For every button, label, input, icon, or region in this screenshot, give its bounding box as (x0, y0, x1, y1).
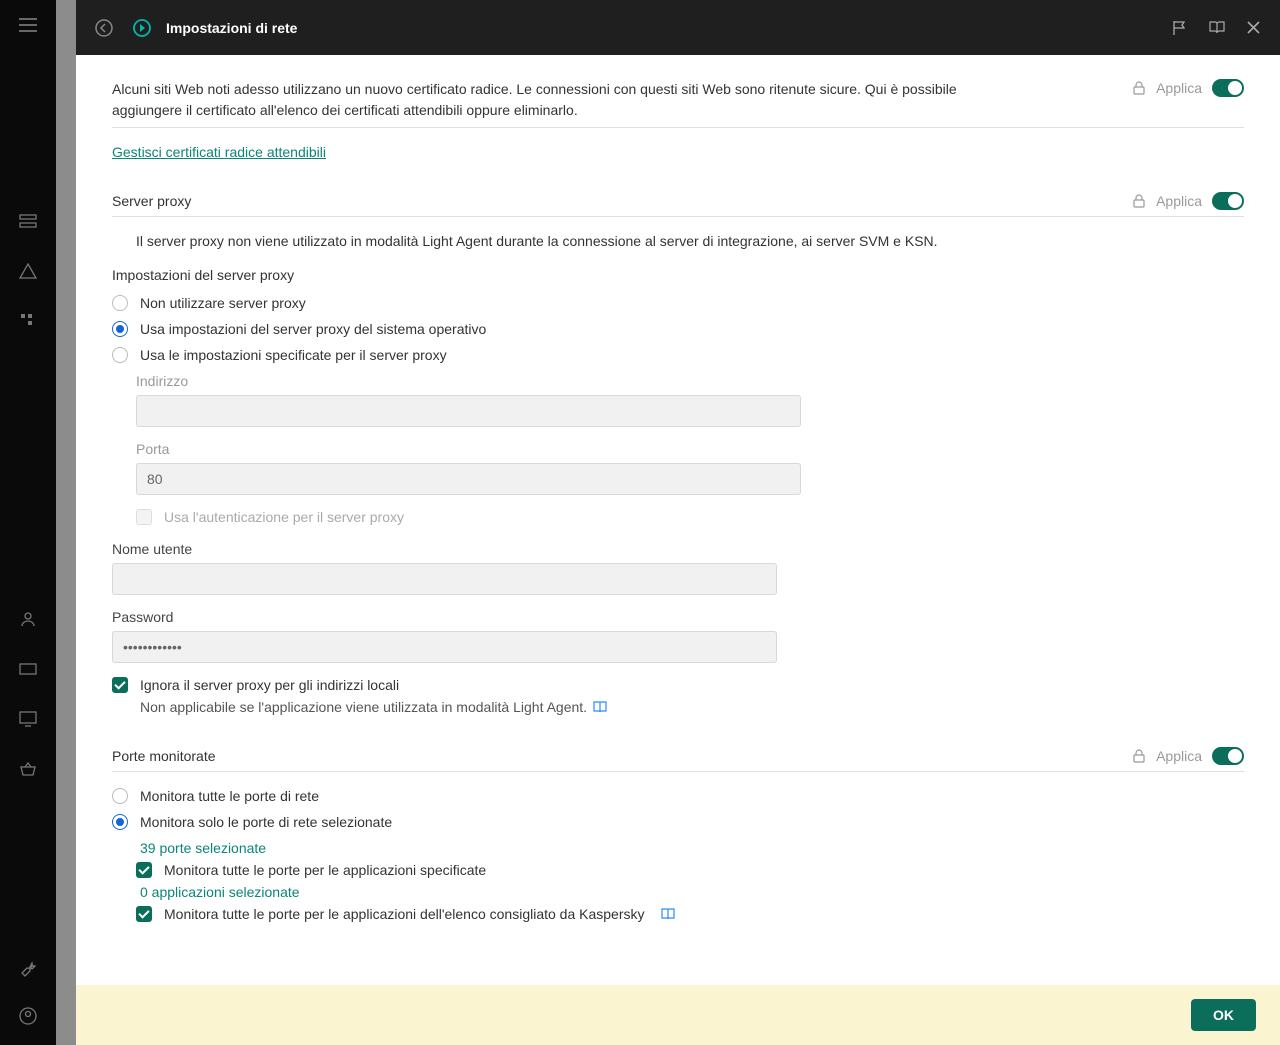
port-label: Porta (136, 441, 1244, 457)
radio-icon (112, 347, 128, 363)
modal-footer: OK (76, 985, 1280, 1045)
rail-wrench-icon[interactable] (19, 961, 37, 979)
radio-label: Monitora tutte le porte di rete (140, 788, 319, 804)
rail-account-icon[interactable] (19, 1007, 37, 1025)
help-book-icon[interactable] (661, 907, 675, 921)
rail-tree-icon[interactable] (19, 312, 37, 330)
help-book-icon[interactable] (593, 700, 607, 714)
radio-icon (112, 814, 128, 830)
settings-modal: Impostazioni di rete Alcuni siti Web not… (76, 0, 1280, 1045)
rail-card-icon[interactable] (19, 660, 37, 678)
apps-count-link[interactable]: 0 applicazioni selezionate (140, 884, 1244, 900)
modal-title: Impostazioni di rete (166, 20, 297, 36)
rail-icon-1[interactable] (19, 212, 37, 230)
check-label: Usa l'autenticazione per il server proxy (164, 509, 404, 525)
flag-icon[interactable] (1171, 19, 1188, 36)
ports-opt-selected[interactable]: Monitora solo le porte di rete seleziona… (112, 814, 1244, 830)
modal-header: Impostazioni di rete (76, 0, 1280, 55)
ports-apps-check[interactable]: Monitora tutte le porte per le applicazi… (136, 862, 1244, 878)
radio-label: Usa impostazioni del server proxy del si… (140, 321, 486, 337)
cert-section: Alcuni siti Web noti adesso utilizzano u… (112, 79, 1244, 162)
book-icon[interactable] (1208, 19, 1225, 36)
checkbox-icon (136, 509, 152, 525)
radio-icon (112, 295, 128, 311)
rail-alert-icon[interactable] (19, 262, 37, 280)
ports-count-link[interactable]: 39 porte selezionate (140, 840, 1244, 856)
proxy-title: Server proxy (112, 193, 191, 209)
bypass-local-check[interactable]: Ignora il server proxy per gli indirizzi… (112, 677, 1244, 693)
radio-label: Monitora solo le porte di rete seleziona… (140, 814, 392, 830)
pass-label: Password (112, 609, 1244, 625)
checkbox-icon (136, 906, 152, 922)
port-input[interactable] (136, 463, 801, 495)
overlay-shade (56, 0, 76, 1045)
proxy-note: Il server proxy non viene utilizzato in … (136, 233, 1244, 249)
ports-section: Porte monitorate Applica Monitora tutte … (112, 747, 1244, 922)
lock-icon (1132, 749, 1146, 763)
user-label: Nome utente (112, 541, 1244, 557)
check-label: Monitora tutte le porte per le applicazi… (164, 862, 486, 878)
addr-input[interactable] (136, 395, 801, 427)
proxy-opt-manual[interactable]: Usa le impostazioni specificate per il s… (112, 347, 1244, 363)
user-input[interactable] (112, 563, 777, 595)
close-icon[interactable] (1245, 19, 1262, 36)
proxy-apply-control: Applica (1132, 192, 1244, 210)
rail-user-icon[interactable] (19, 610, 37, 628)
rail-basket-icon[interactable] (19, 760, 37, 778)
checkbox-icon (112, 677, 128, 693)
lock-icon (1132, 81, 1146, 95)
left-rail (0, 0, 56, 1045)
checkbox-icon (136, 862, 152, 878)
proxy-apply-toggle[interactable] (1212, 192, 1244, 210)
cert-apply-label: Applica (1156, 80, 1202, 96)
modal-body: Alcuni siti Web noti adesso utilizzano u… (76, 55, 1280, 985)
pass-input[interactable] (112, 631, 777, 663)
radio-label: Usa le impostazioni specificate per il s… (140, 347, 447, 363)
ports-kasp-check[interactable]: Monitora tutte le porte per le applicazi… (136, 906, 1244, 922)
radio-icon (112, 788, 128, 804)
cert-apply-control: Applica (1132, 79, 1244, 97)
proxy-section: Server proxy Applica Il server proxy non… (112, 192, 1244, 717)
cert-apply-toggle[interactable] (1212, 79, 1244, 97)
ports-opt-all[interactable]: Monitora tutte le porte di rete (112, 788, 1244, 804)
cert-description: Alcuni siti Web noti adesso utilizzano u… (112, 79, 992, 121)
rail-monitor-icon[interactable] (19, 710, 37, 728)
proxy-apply-label: Applica (1156, 193, 1202, 209)
proxy-opt-none[interactable]: Non utilizzare server proxy (112, 295, 1244, 311)
addr-label: Indirizzo (136, 373, 1244, 389)
ok-button[interactable]: OK (1191, 999, 1256, 1031)
ports-apply-label: Applica (1156, 748, 1202, 764)
ports-apply-toggle[interactable] (1212, 747, 1244, 765)
lock-icon (1132, 194, 1146, 208)
hamburger-icon[interactable] (19, 18, 37, 32)
radio-label: Non utilizzare server proxy (140, 295, 306, 311)
radio-icon (112, 321, 128, 337)
helper-text: Non applicabile se l'applicazione viene … (140, 699, 587, 715)
check-label: Ignora il server proxy per gli indirizzi… (140, 677, 399, 693)
back-icon[interactable] (94, 18, 114, 38)
manage-certs-link[interactable]: Gestisci certificati radice attendibili (112, 144, 326, 160)
ports-apply-control: Applica (1132, 747, 1244, 765)
proxy-opt-os[interactable]: Usa impostazioni del server proxy del si… (112, 321, 1244, 337)
ports-title: Porte monitorate (112, 748, 216, 764)
bypass-helper: Non applicabile se l'applicazione viene … (140, 699, 607, 715)
proxy-auth-check[interactable]: Usa l'autenticazione per il server proxy (136, 509, 1244, 525)
app-logo-icon (132, 18, 152, 38)
check-label: Monitora tutte le porte per le applicazi… (164, 906, 645, 922)
proxy-settings-label: Impostazioni del server proxy (112, 267, 1244, 283)
